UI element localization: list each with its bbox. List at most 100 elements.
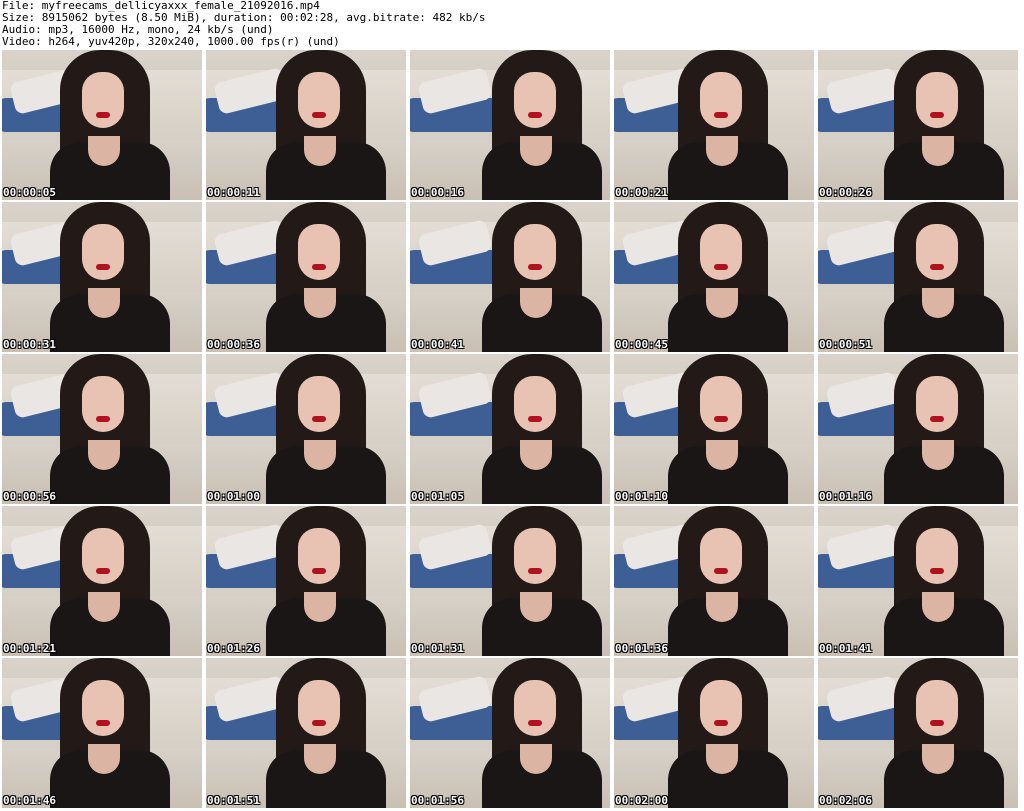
lips-shape — [714, 264, 728, 270]
lips-shape — [312, 568, 326, 574]
video-thumbnail: 00:02:00 — [614, 658, 814, 808]
lips-shape — [528, 568, 542, 574]
face-shape — [298, 680, 340, 736]
face-shape — [82, 528, 124, 584]
video-thumbnail: 00:01:26 — [206, 506, 406, 656]
timestamp: 00:00:45 — [615, 338, 668, 351]
timestamp: 00:01:00 — [207, 490, 260, 503]
timestamp: 00:01:10 — [615, 490, 668, 503]
lips-shape — [528, 264, 542, 270]
video-thumbnail: 00:00:45 — [614, 202, 814, 352]
timestamp: 00:00:41 — [411, 338, 464, 351]
timestamp: 00:01:31 — [411, 642, 464, 655]
face-shape — [514, 72, 556, 128]
timestamp: 00:00:36 — [207, 338, 260, 351]
timestamp: 00:00:56 — [3, 490, 56, 503]
video-thumbnail: 00:01:46 — [2, 658, 202, 808]
lips-shape — [96, 416, 110, 422]
face-shape — [514, 680, 556, 736]
video-thumbnail: 00:01:05 — [410, 354, 610, 504]
video-thumbnail: 00:02:06 — [818, 658, 1018, 808]
face-shape — [298, 528, 340, 584]
video-thumbnail: 00:00:56 — [2, 354, 202, 504]
timestamp: 00:00:21 — [615, 186, 668, 199]
timestamp: 00:00:51 — [819, 338, 872, 351]
timestamp: 00:01:41 — [819, 642, 872, 655]
video-thumbnail: 00:00:21 — [614, 50, 814, 200]
lips-shape — [312, 264, 326, 270]
video-thumbnail: 00:01:56 — [410, 658, 610, 808]
face-shape — [916, 680, 958, 736]
face-shape — [298, 224, 340, 280]
timestamp: 00:00:31 — [3, 338, 56, 351]
face-shape — [700, 224, 742, 280]
timestamp: 00:00:16 — [411, 186, 464, 199]
video-thumbnail: 00:01:41 — [818, 506, 1018, 656]
timestamp: 00:01:16 — [819, 490, 872, 503]
lips-shape — [714, 720, 728, 726]
lips-shape — [96, 720, 110, 726]
face-shape — [916, 376, 958, 432]
timestamp: 00:00:26 — [819, 186, 872, 199]
face-shape — [916, 528, 958, 584]
timestamp: 00:01:56 — [411, 794, 464, 807]
face-shape — [700, 528, 742, 584]
lips-shape — [528, 112, 542, 118]
face-shape — [82, 376, 124, 432]
timestamp: 00:01:51 — [207, 794, 260, 807]
lips-shape — [714, 416, 728, 422]
face-shape — [916, 224, 958, 280]
lips-shape — [312, 112, 326, 118]
video-thumbnail: 00:00:36 — [206, 202, 406, 352]
video-thumbnail: 00:00:11 — [206, 50, 406, 200]
lips-shape — [312, 720, 326, 726]
video-thumbnail: 00:01:16 — [818, 354, 1018, 504]
video-info-line: Video: h264, yuv420p, 320x240, 1000.00 f… — [2, 35, 340, 48]
timestamp: 00:00:05 — [3, 186, 56, 199]
video-thumbnail: 00:00:05 — [2, 50, 202, 200]
face-shape — [82, 72, 124, 128]
face-shape — [700, 376, 742, 432]
timestamp: 00:01:26 — [207, 642, 260, 655]
lips-shape — [528, 720, 542, 726]
timestamp: 00:01:21 — [3, 642, 56, 655]
lips-shape — [714, 568, 728, 574]
face-shape — [916, 72, 958, 128]
video-thumbnail: 00:00:51 — [818, 202, 1018, 352]
lips-shape — [96, 264, 110, 270]
timestamp: 00:02:06 — [819, 794, 872, 807]
lips-shape — [930, 720, 944, 726]
lips-shape — [930, 416, 944, 422]
face-shape — [514, 376, 556, 432]
timestamp: 00:00:11 — [207, 186, 260, 199]
face-shape — [298, 72, 340, 128]
face-shape — [700, 680, 742, 736]
lips-shape — [312, 416, 326, 422]
video-thumbnail: 00:00:41 — [410, 202, 610, 352]
video-thumbnail: 00:01:31 — [410, 506, 610, 656]
lips-shape — [930, 568, 944, 574]
video-thumbnail: 00:01:51 — [206, 658, 406, 808]
thumbnail-grid: 00:00:05 00:00:11 00:00:16 00:00:21 00:00:26… — [2, 50, 1023, 810]
lips-shape — [930, 264, 944, 270]
info-header: File: myfreecams_dellicyaxxx_female_2109… — [2, 0, 1022, 50]
face-shape — [298, 376, 340, 432]
video-thumbnail: 00:01:10 — [614, 354, 814, 504]
timestamp: 00:01:05 — [411, 490, 464, 503]
video-thumbnail: 00:01:36 — [614, 506, 814, 656]
face-shape — [82, 224, 124, 280]
lips-shape — [930, 112, 944, 118]
timestamp: 00:02:00 — [615, 794, 668, 807]
face-shape — [514, 528, 556, 584]
lips-shape — [714, 112, 728, 118]
video-thumbnail: 00:00:26 — [818, 50, 1018, 200]
lips-shape — [96, 568, 110, 574]
video-thumbnail: 00:01:00 — [206, 354, 406, 504]
video-thumbnail: 00:01:21 — [2, 506, 202, 656]
video-thumbnail: 00:00:16 — [410, 50, 610, 200]
lips-shape — [528, 416, 542, 422]
timestamp: 00:01:36 — [615, 642, 668, 655]
face-shape — [514, 224, 556, 280]
video-thumbnail: 00:00:31 — [2, 202, 202, 352]
face-shape — [82, 680, 124, 736]
